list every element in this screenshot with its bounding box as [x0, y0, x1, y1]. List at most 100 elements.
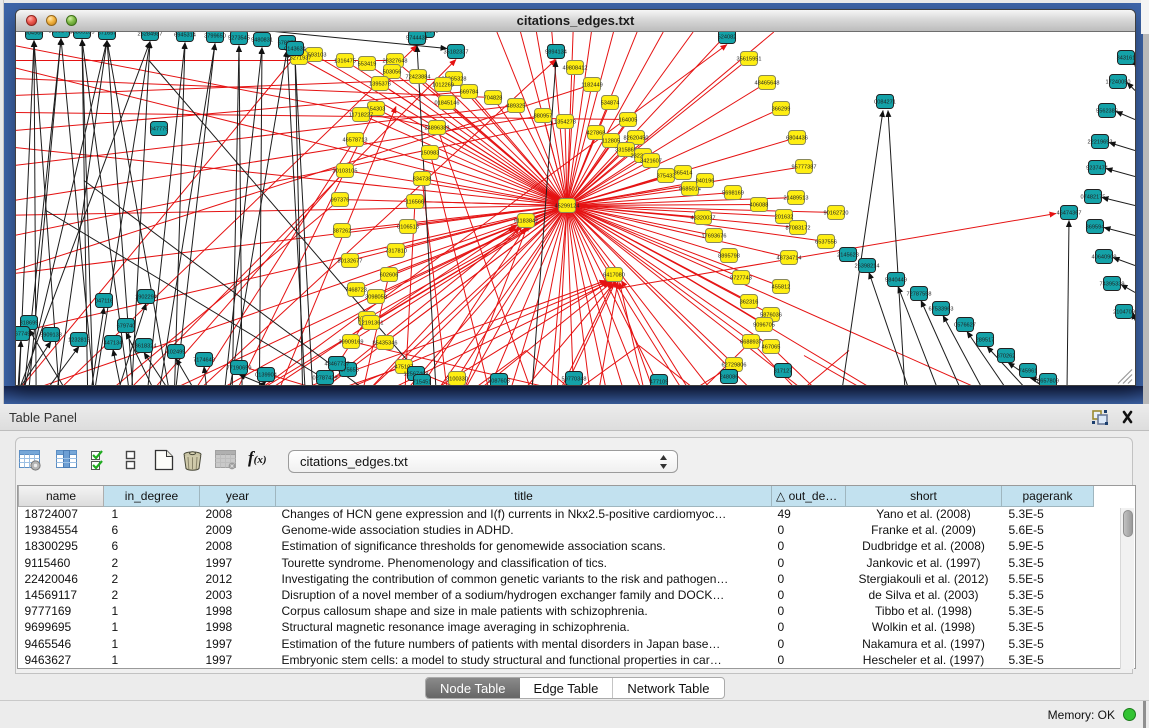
svg-text:534874: 534874	[601, 101, 620, 107]
svg-text:48467737: 48467737	[325, 362, 350, 368]
svg-text:365414: 365414	[674, 171, 693, 177]
svg-text:87083172: 87083172	[786, 226, 811, 232]
svg-text:201632: 201632	[775, 215, 794, 221]
svg-text:3100330: 3100330	[446, 377, 468, 383]
svg-text:3799650: 3799650	[204, 34, 226, 40]
svg-text:80132677: 80132677	[338, 259, 363, 265]
svg-text:85435346: 85435346	[373, 341, 398, 347]
svg-text:602606: 602606	[380, 273, 399, 279]
svg-text:0106513: 0106513	[397, 225, 419, 231]
svg-text:91183842: 91183842	[514, 219, 538, 225]
svg-text:46474367: 46474367	[1057, 211, 1082, 217]
svg-text:834738: 834738	[413, 177, 432, 183]
svg-text:679740: 679740	[117, 324, 136, 330]
svg-text:524082: 524082	[718, 35, 737, 41]
svg-text:164005: 164005	[619, 118, 638, 124]
svg-text:1232812: 1232812	[68, 338, 90, 344]
svg-text:880957: 880957	[534, 114, 553, 120]
svg-text:503056: 503056	[383, 70, 402, 76]
svg-text:369594: 369594	[1086, 225, 1105, 231]
svg-text:9894134: 9894134	[545, 50, 567, 56]
svg-text:48734714: 48734714	[777, 256, 802, 262]
svg-text:447134: 447134	[104, 341, 123, 347]
svg-text:387262: 387262	[333, 229, 352, 235]
svg-text:047116: 047116	[95, 299, 113, 305]
svg-text:553419: 553419	[358, 62, 377, 68]
svg-text:59770348: 59770348	[562, 377, 587, 383]
svg-text:17693676: 17693676	[702, 234, 727, 240]
svg-text:46578713: 46578713	[343, 138, 368, 144]
svg-text:82620450: 82620450	[624, 136, 649, 142]
svg-text:01845146: 01845146	[435, 101, 460, 107]
svg-text:1316475: 1316475	[334, 59, 356, 65]
svg-text:12191361: 12191361	[359, 321, 384, 327]
svg-text:48465648: 48465648	[755, 81, 780, 87]
svg-text:3421607: 3421607	[640, 159, 662, 165]
svg-text:77190659: 77190659	[227, 366, 252, 372]
svg-text:112805: 112805	[602, 139, 620, 145]
svg-text:116566: 116566	[406, 200, 424, 206]
svg-text:6537556: 6537556	[815, 240, 837, 246]
svg-text:8087603: 8087603	[488, 379, 510, 385]
svg-text:35182337: 35182337	[444, 50, 469, 56]
svg-text:7174648: 7174648	[193, 358, 215, 364]
svg-text:26398214: 26398214	[855, 264, 880, 270]
svg-text:40640909: 40640909	[1092, 255, 1117, 261]
svg-text:1395376: 1395376	[369, 82, 391, 88]
svg-text:477109: 477109	[650, 380, 669, 386]
svg-text:2145623: 2145623	[837, 253, 859, 259]
svg-text:0084271: 0084271	[874, 100, 896, 106]
svg-text:26284987: 26284987	[138, 32, 163, 38]
svg-text:21489513: 21489513	[784, 196, 809, 202]
svg-text:1902294: 1902294	[135, 295, 157, 301]
svg-text:9096705: 9096705	[753, 323, 775, 329]
svg-text:72787558: 72787558	[907, 292, 932, 298]
svg-text:8657809: 8657809	[1037, 379, 1059, 385]
svg-text:38677496: 38677496	[16, 332, 33, 338]
svg-text:05865185: 05865185	[70, 32, 95, 36]
svg-text:947775: 947775	[150, 127, 169, 133]
svg-text:669784: 669784	[460, 90, 479, 96]
svg-text:90162720: 90162720	[824, 211, 849, 217]
svg-text:6417080: 6417080	[603, 273, 625, 279]
svg-text:8895798: 8895798	[718, 254, 740, 260]
svg-text:745961: 745961	[1019, 369, 1038, 375]
svg-text:704828: 704828	[484, 96, 503, 102]
svg-text:7468723: 7468723	[345, 288, 367, 294]
svg-text:870262: 870262	[997, 354, 1016, 360]
svg-text:248086: 248086	[720, 375, 739, 381]
svg-text:39909169: 39909169	[339, 340, 364, 346]
svg-text:715451: 715451	[413, 380, 432, 386]
svg-text:5562386: 5562386	[1096, 109, 1118, 115]
svg-text:0576627: 0576627	[954, 323, 976, 329]
svg-text:07482175: 07482175	[1081, 195, 1106, 201]
svg-text:366299: 366299	[772, 107, 791, 113]
svg-text:150983: 150983	[421, 151, 440, 157]
svg-text:93618324: 93618324	[132, 344, 157, 350]
svg-text:62729806: 62729806	[722, 363, 747, 369]
svg-text:489325: 489325	[507, 104, 526, 110]
svg-text:5698169: 5698169	[722, 191, 744, 197]
svg-text:9909133: 9909133	[40, 333, 62, 339]
svg-text:289517: 289517	[976, 338, 995, 344]
svg-text:49808412: 49808412	[563, 66, 588, 72]
svg-text:24896383: 24896383	[425, 126, 450, 132]
svg-text:375433: 375433	[657, 174, 676, 180]
svg-text:343161: 343161	[1117, 56, 1135, 62]
svg-text:95777387: 95777387	[792, 165, 817, 171]
svg-text:1354278: 1354278	[554, 120, 576, 126]
svg-text:318699: 318699	[20, 321, 39, 327]
svg-text:8727743: 8727743	[730, 276, 752, 282]
svg-text:35615951: 35615951	[737, 57, 762, 63]
svg-text:997376: 997376	[331, 198, 350, 204]
svg-text:671657: 671657	[98, 32, 117, 37]
svg-text:102499: 102499	[167, 350, 186, 356]
svg-text:5840449: 5840449	[885, 278, 907, 284]
svg-text:406088: 406088	[750, 203, 769, 209]
svg-text:1012269: 1012269	[432, 83, 454, 89]
svg-text:28327648: 28327648	[383, 59, 408, 65]
svg-text:17240050: 17240050	[1106, 80, 1131, 86]
svg-text:362316: 362316	[740, 300, 759, 306]
svg-text:5273545: 5273545	[228, 36, 250, 42]
svg-text:02787429: 02787429	[313, 376, 338, 382]
